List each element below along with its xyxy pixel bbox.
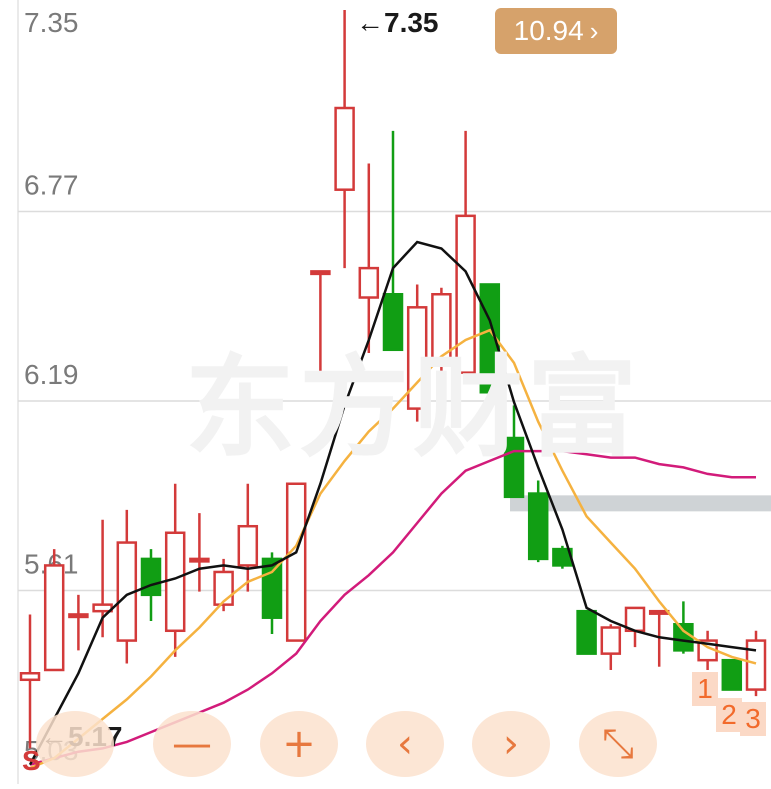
candle-up xyxy=(406,306,428,410)
candle-up xyxy=(455,214,476,374)
zoom-in-button[interactable]: + xyxy=(260,711,338,777)
zoom-out-button[interactable]: — xyxy=(153,711,231,777)
candle-up xyxy=(310,270,331,276)
price-axis-label: 7.35 xyxy=(24,7,79,38)
candle-up xyxy=(648,609,670,615)
candle-down xyxy=(576,609,597,655)
candle-up xyxy=(19,672,41,682)
fullscreen-icon: ⤡ xyxy=(602,721,634,767)
candle-up xyxy=(68,613,89,619)
candle-up xyxy=(285,482,307,642)
candle-up xyxy=(431,293,452,361)
zoom-out-icon: — xyxy=(172,721,212,767)
marker-3: 3 xyxy=(740,702,766,736)
scroll-right-icon: › xyxy=(503,721,519,767)
candle-up xyxy=(600,626,622,655)
high-price-annotation: ←7.35 xyxy=(356,7,439,38)
price-badge[interactable]: 10.94 › xyxy=(495,8,617,54)
zoom-in-icon: + xyxy=(282,721,316,767)
fullscreen-button[interactable]: ⤡ xyxy=(579,711,657,777)
price-axis-label: 6.19 xyxy=(24,359,79,390)
scroll-right-button[interactable]: › xyxy=(472,711,550,777)
chevron-right-icon: › xyxy=(589,15,599,46)
candle-down xyxy=(261,557,283,619)
candle-up xyxy=(358,266,380,299)
candle-up xyxy=(213,570,234,606)
candle-up xyxy=(189,557,210,563)
candle-down xyxy=(140,557,162,597)
candle-down xyxy=(673,622,694,652)
ma-line-orange xyxy=(29,328,757,770)
candle-up xyxy=(43,564,65,672)
candle-down xyxy=(527,492,549,561)
candle-up xyxy=(164,531,186,633)
candle-down xyxy=(503,436,525,499)
scroll-left-button[interactable]: ‹ xyxy=(366,711,444,777)
candle-down xyxy=(382,293,404,352)
marker-2: 2 xyxy=(716,698,742,732)
candle-up xyxy=(237,524,259,567)
candle-down xyxy=(721,658,743,691)
candle-up xyxy=(745,639,767,691)
candle-up xyxy=(334,106,355,191)
scroll-left-icon: ‹ xyxy=(397,721,413,767)
marker-1: 1 xyxy=(692,672,718,706)
price-axis-label: 6.77 xyxy=(24,170,79,201)
price-badge-value: 10.94 xyxy=(513,15,584,46)
candlestick-chart[interactable]: 7.356.776.195.615.03←7.35←5.17S xyxy=(0,0,771,784)
kline-chart[interactable]: 东方财富 7.356.776.195.615.03←7.35←5.17S xyxy=(0,0,771,784)
rewind-button[interactable] xyxy=(36,711,114,777)
